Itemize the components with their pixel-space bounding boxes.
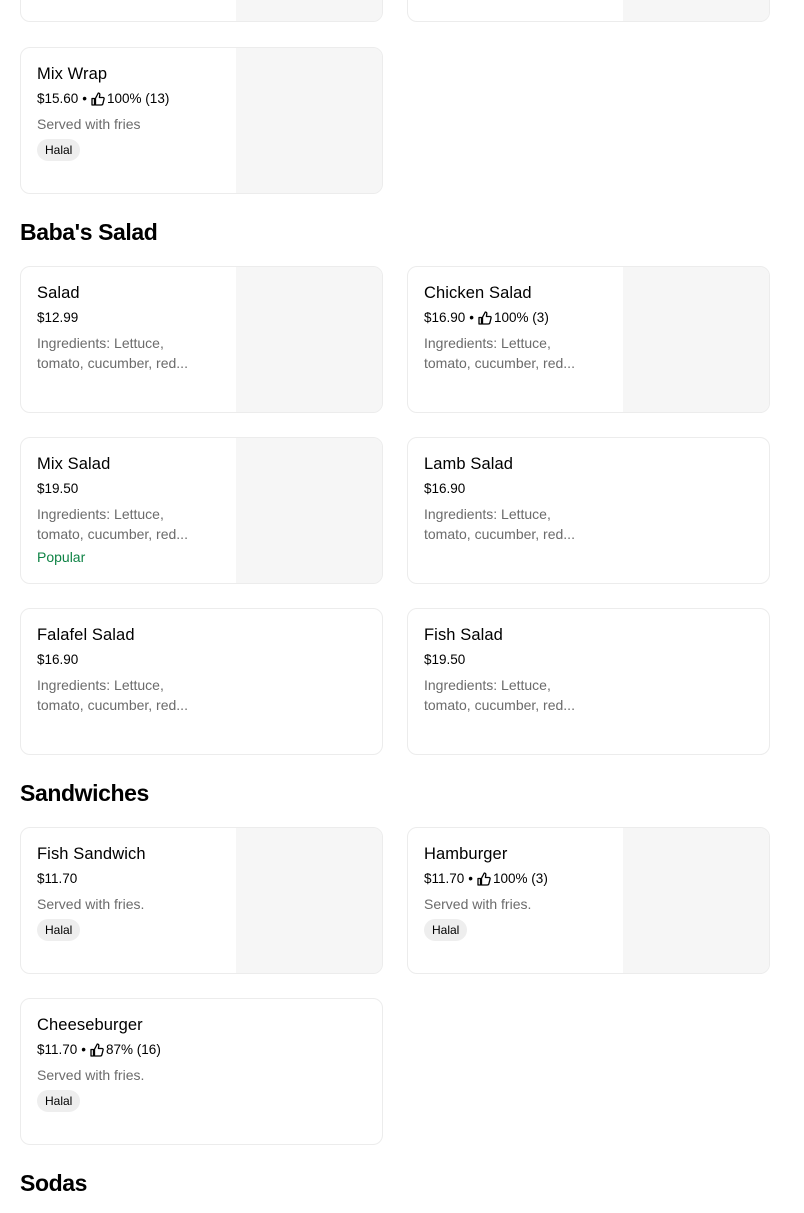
item-meta: $15.60 • 100% (13) [37, 90, 227, 108]
item-name: Cheeseburger [37, 1016, 143, 1034]
section-title-sandwiches: Sandwiches [20, 780, 149, 806]
item-name: Chicken Salad [424, 284, 532, 302]
menu-item-card-partial-right[interactable] [407, 0, 770, 22]
item-image-placeholder [236, 828, 382, 973]
item-price: $11.70 [37, 871, 78, 886]
menu-item-cheeseburger[interactable]: Cheeseburger $11.70 • 87% (16) Served wi… [20, 998, 383, 1145]
item-description: Served with fries. [424, 896, 532, 912]
item-rating: 100% (3) [493, 871, 548, 886]
menu-item-lamb-salad[interactable]: Lamb Salad $16.90 Ingredients: Lettuce, … [407, 437, 770, 584]
item-name: Lamb Salad [424, 455, 514, 473]
thumbs-up-icon [90, 1043, 104, 1057]
menu-item-falafel-salad[interactable]: Falafel Salad $16.90 Ingredients: Lettuc… [20, 608, 383, 755]
item-meta: $11.70 • 100% (3) [424, 870, 614, 888]
item-price: $12.99 [37, 310, 79, 325]
halal-badge: Halal [37, 1090, 81, 1112]
item-name: Fish Salad [424, 626, 503, 644]
popular-tag: Popular [37, 549, 86, 565]
item-price: $16.90 [37, 652, 79, 667]
item-meta: $19.50 [424, 651, 614, 669]
section-title-babas-salad: Baba's Salad [20, 219, 158, 245]
item-price: $19.50 [424, 652, 466, 667]
menu-item-fish-sandwich[interactable]: Fish Sandwich $11.70 Served with fries. … [20, 827, 383, 974]
item-meta: $16.90 [37, 651, 227, 669]
menu-item-mix-salad[interactable]: Mix Salad $19.50 Ingredients: Lettuce, t… [20, 437, 383, 584]
thumbs-up-icon [477, 872, 491, 886]
separator-dot: • [469, 310, 475, 325]
item-rating: 100% (13) [107, 91, 170, 106]
item-image-placeholder [236, 0, 382, 21]
halal-badge: Halal [424, 919, 468, 941]
separator-dot: • [82, 91, 88, 106]
item-name: Fish Sandwich [37, 845, 146, 863]
item-meta: $16.90 [424, 480, 614, 498]
item-image-placeholder [236, 438, 382, 583]
item-meta: $11.70 • 87% (16) [37, 1041, 227, 1059]
item-meta: $11.70 [37, 870, 227, 888]
item-image-placeholder [623, 267, 769, 412]
item-rating: 87% (16) [106, 1042, 161, 1057]
menu-item-chicken-salad[interactable]: Chicken Salad $16.90 • 100% (3) Ingredie… [407, 266, 770, 413]
item-price: $11.70 [424, 871, 465, 886]
item-image-placeholder [623, 0, 769, 21]
item-name: Mix Salad [37, 455, 111, 473]
item-price: $16.90 [424, 310, 466, 325]
item-description: Ingredients: Lettuce, tomato, cucumber, … [424, 506, 575, 542]
item-price: $11.70 [37, 1042, 78, 1057]
item-description: Ingredients: Lettuce, tomato, cucumber, … [37, 506, 188, 542]
item-description: Served with fries. [37, 1067, 145, 1083]
item-price: $16.90 [424, 481, 466, 496]
menu-item-mix-wrap[interactable]: Mix Wrap $15.60 • 100% (13) Served with … [20, 47, 383, 194]
item-image-placeholder [236, 267, 382, 412]
item-description: Ingredients: Lettuce, tomato, cucumber, … [424, 677, 575, 713]
menu-item-card-partial-left[interactable] [20, 0, 383, 22]
separator-dot: • [468, 871, 474, 886]
thumbs-up-icon [478, 311, 492, 325]
item-image-placeholder [623, 828, 769, 973]
menu-item-hamburger[interactable]: Hamburger $11.70 • 100% (3) Served with … [407, 827, 770, 974]
thumbs-up-icon [91, 92, 105, 106]
menu-item-fish-salad[interactable]: Fish Salad $19.50 Ingredients: Lettuce, … [407, 608, 770, 755]
item-meta: $12.99 [37, 309, 227, 327]
item-price: $15.60 [37, 91, 79, 106]
item-name: Salad [37, 284, 80, 302]
item-description: Ingredients: Lettuce, tomato, cucumber, … [37, 677, 188, 713]
item-meta: $19.50 [37, 480, 227, 498]
halal-badge: Halal [37, 919, 81, 941]
item-price: $19.50 [37, 481, 79, 496]
item-description: Served with fries [37, 116, 141, 132]
item-name: Mix Wrap [37, 65, 108, 83]
halal-badge: Halal [37, 139, 81, 161]
item-image-placeholder [236, 48, 382, 193]
section-title-sodas: Sodas [20, 1170, 88, 1196]
separator-dot: • [81, 1042, 87, 1057]
item-name: Falafel Salad [37, 626, 135, 644]
item-rating: 100% (3) [494, 310, 549, 325]
item-meta: $16.90 • 100% (3) [424, 309, 614, 327]
item-description: Served with fries. [37, 896, 145, 912]
item-description: Ingredients: Lettuce, tomato, cucumber, … [424, 335, 575, 371]
menu-item-salad[interactable]: Salad $12.99 Ingredients: Lettuce, tomat… [20, 266, 383, 413]
item-name: Hamburger [424, 845, 508, 863]
item-description: Ingredients: Lettuce, tomato, cucumber, … [37, 335, 188, 371]
